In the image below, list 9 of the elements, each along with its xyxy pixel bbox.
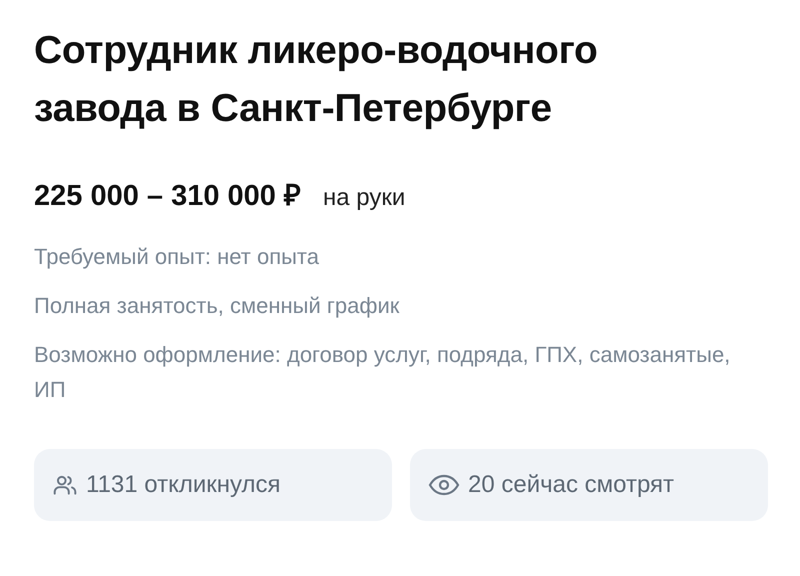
detail-text: Полная занятость, сменный график <box>34 292 400 320</box>
detail-text: Возможно оформление: договор услуг, подряда, ГПХ, самозанятые, ИП <box>34 341 732 404</box>
detail-text: Требуемый опыт: нет опыта <box>34 243 320 271</box>
vacancy-title: Сотрудник ликеро-водочного завода в Санкт-Петербурге <box>34 28 599 132</box>
salary-note: на руки <box>322 184 406 212</box>
eye-icon <box>428 474 460 496</box>
salary-range: 225 000 – 310 000 ₽ <box>34 179 301 213</box>
stat-text: 1131 откликнулся <box>86 471 280 499</box>
stat-text: 20 сейчас смотрят <box>468 471 674 499</box>
